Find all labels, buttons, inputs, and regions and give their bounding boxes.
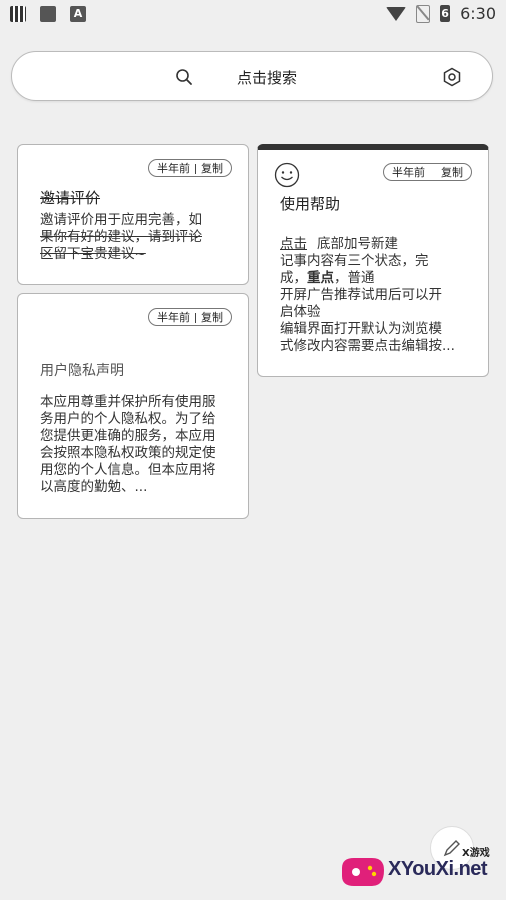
note-time: 半年前 (157, 311, 190, 324)
note-body-text: 底部加号新建 (317, 236, 398, 252)
watermark-sub: X游戏 (462, 848, 490, 859)
note-meta-badge: 半年前 复制 (383, 163, 472, 181)
smiley-icon (274, 162, 300, 188)
note-card[interactable]: 半年前 复制 用户隐私声明 本应用尊重并保护所有使用服务用户的个人隐私权。为了给您… (17, 293, 249, 519)
note-body-line: 邀请评价用于应用完善，如 (40, 212, 202, 228)
note-body: 点击 底部加号新建 记事内容有三个状态，完 成，重点，普通 开屏广告推荐试用后可以… (280, 236, 470, 355)
note-body-line: 记事内容有三个状态，完 (280, 253, 429, 269)
note-body-line: 区留下宝贵建议~ (40, 246, 146, 262)
note-time: 半年前 (392, 166, 425, 179)
note-title: 用户隐私声明 (40, 363, 124, 379)
status-bar: A 6 6:30 (0, 0, 506, 30)
note-body-line: 启体验 (280, 304, 321, 320)
note-body-text: 成， (280, 270, 307, 286)
search-bar[interactable]: 点击搜索 (11, 51, 493, 101)
copy-button[interactable]: 复制 (201, 162, 223, 175)
note-time: 半年前 (157, 162, 190, 175)
note-title: 使用帮助 (280, 195, 341, 213)
clock: 6:30 (460, 4, 496, 23)
note-body-emphasis: 重点 (307, 270, 334, 286)
note-meta-badge: 半年前 复制 (148, 159, 232, 177)
note-body-line: 开屏广告推荐试用后可以开 (280, 287, 442, 303)
battery-level: 6 (441, 7, 449, 20)
search-placeholder: 点击搜索 (237, 69, 298, 87)
note-body: 本应用尊重并保护所有使用服务用户的个人隐私权。为了给您提供更准确的服务，本应用会… (40, 394, 216, 495)
note-body-line: 式修改内容需要点击编辑按... (280, 338, 455, 354)
note-card-important[interactable]: 半年前 复制 使用帮助 点击 底部加号新建 记事内容有三个状态，完 成，重点，普通 … (257, 144, 489, 377)
note-body-line: 点击 底部加号新建 (280, 236, 470, 253)
settings-hexagon-icon[interactable] (442, 67, 462, 87)
note-body: 邀请评价用于应用完善，如 果你有好的建议，请到评论 区留下宝贵建议~ (40, 212, 225, 263)
no-sim-icon (416, 4, 431, 23)
status-right-icons: 6 6:30 (386, 4, 496, 23)
watermark-text: XYouXi.net (388, 858, 488, 880)
text-a-icon: A (70, 6, 86, 22)
note-body-line: 成，重点，普通 (280, 270, 470, 287)
note-body-click-word: 点击 (280, 236, 307, 252)
note-body-text: ，普通 (334, 270, 375, 286)
note-body-line: 编辑界面打开默认为浏览模 (280, 321, 442, 337)
note-card[interactable]: 半年前 复制 邀请评价 邀请评价用于应用完善，如 果你有好的建议，请到评论 区留下… (17, 144, 249, 285)
note-body-line: 果你有好的建议，请到评论 (40, 229, 202, 245)
image-icon (40, 6, 56, 22)
note-title: 邀请评价 (40, 189, 101, 207)
search-icon (176, 69, 192, 85)
qr-code-icon (10, 6, 26, 22)
wifi-icon (386, 6, 407, 21)
note-meta-badge: 半年前 复制 (148, 308, 232, 326)
copy-button[interactable]: 复制 (441, 166, 463, 179)
copy-button[interactable]: 复制 (201, 311, 223, 324)
status-left-icons: A (10, 6, 86, 22)
battery-icon: 6 (440, 5, 451, 22)
